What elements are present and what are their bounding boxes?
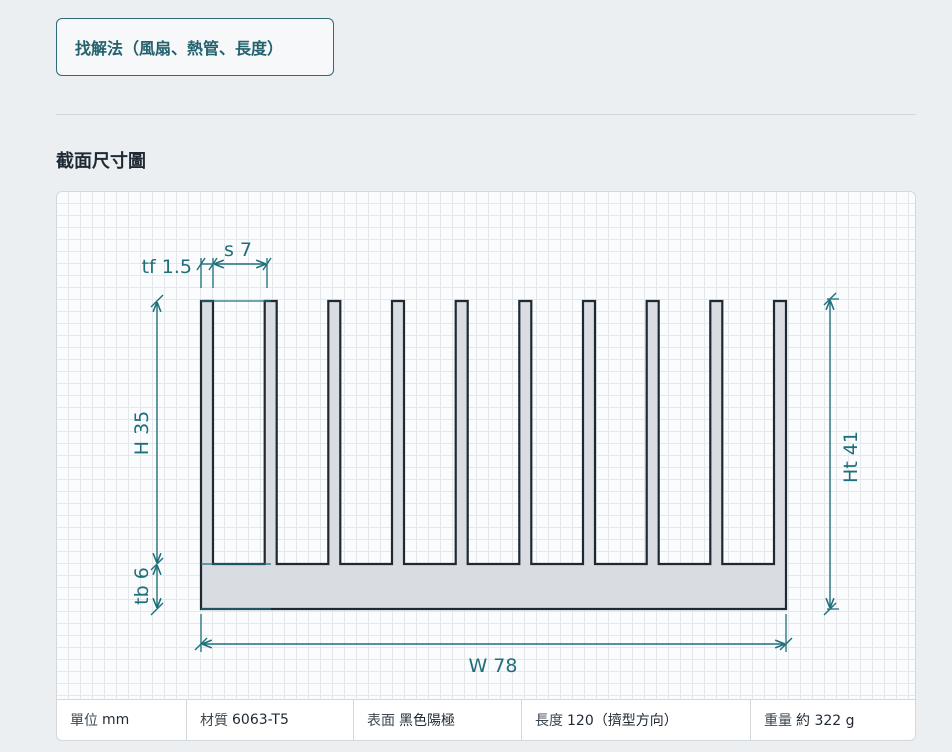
spec-length: 長度 120（擠型方向） — [522, 700, 751, 740]
find-solution-button[interactable]: 找解法（風扇、熱管、長度） — [56, 18, 334, 76]
spec-weight-value: 約 322 g — [796, 713, 855, 729]
section-title: 截面尺寸圖 — [56, 151, 146, 172]
find-solution-label: 找解法（風扇、熱管、長度） — [75, 39, 284, 58]
section-divider — [56, 114, 916, 115]
spec-unit-key: 單位 — [70, 713, 98, 729]
spec-unit-value: mm — [102, 712, 130, 728]
spec-surface: 表面 黑色陽極 — [354, 700, 522, 740]
spec-length-key: 長度 — [535, 713, 563, 729]
spec-unit: 單位 mm — [57, 700, 187, 740]
spec-weight-key: 重量 — [764, 713, 792, 729]
cross-section-drawing: tf 1.5 s 7 H 35 tb 6 Ht 41 W 78 — [56, 191, 916, 699]
spec-bar: 單位 mm 材質 6063-T5 表面 黑色陽極 長度 120（擠型方向） 重量… — [56, 699, 916, 741]
spec-surface-key: 表面 — [367, 713, 395, 729]
spec-material-key: 材質 — [200, 713, 228, 729]
heatsink-profile-svg: tf 1.5 s 7 H 35 tb 6 Ht 41 W 78 — [131, 239, 862, 677]
tb-label: tb 6 — [131, 567, 153, 605]
spec-weight: 重量 約 322 g — [751, 700, 915, 740]
heatsink-profile — [199, 299, 788, 611]
w-label: W 78 — [468, 655, 517, 677]
spec-material-value: 6063-T5 — [232, 712, 289, 728]
tf-label: tf 1.5 — [142, 256, 192, 278]
s-label: s 7 — [224, 239, 252, 261]
ht-label: Ht 41 — [840, 431, 862, 483]
spec-material: 材質 6063-T5 — [187, 700, 354, 740]
h-label: H 35 — [131, 411, 153, 456]
spec-length-value: 120（擠型方向） — [567, 713, 678, 729]
spec-surface-value: 黑色陽極 — [399, 713, 455, 729]
